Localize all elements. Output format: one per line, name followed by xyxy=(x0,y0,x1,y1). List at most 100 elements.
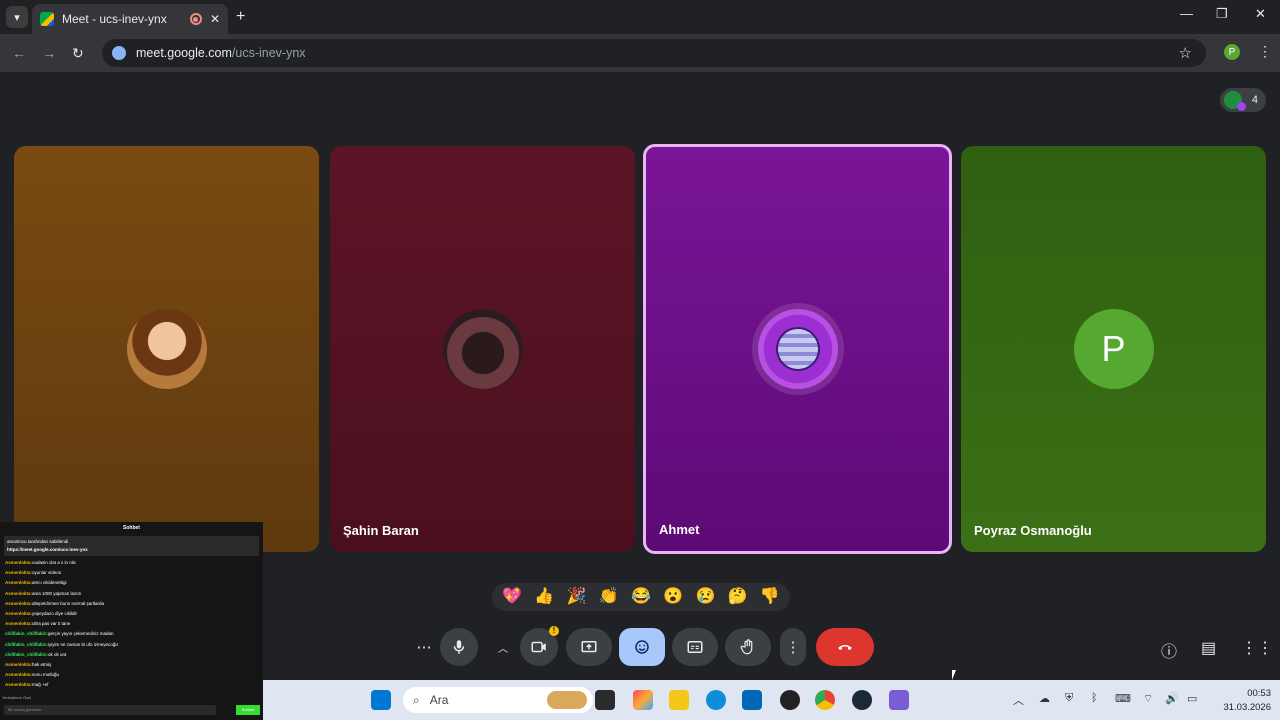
chrome-icon[interactable] xyxy=(815,690,835,710)
participants-button[interactable]: 4 xyxy=(1220,88,1266,112)
chat-message: Asmenlokta:oyunlar videos xyxy=(5,570,62,576)
reaction-emoji-button[interactable]: 😂 xyxy=(631,589,651,605)
reload-button[interactable]: ↻ xyxy=(72,45,84,62)
participant-avatars-icon xyxy=(1224,91,1246,111)
bluetooth-icon[interactable]: ᛒ xyxy=(1091,692,1098,704)
chat-message: Asmenlokta:oodasin clat a s in ntic xyxy=(5,560,77,565)
meeting-info-icon[interactable]: ⓘ xyxy=(1161,638,1177,662)
reaction-emoji-button[interactable]: 😢 xyxy=(695,589,715,605)
browser-menu-icon[interactable]: ⋮ xyxy=(1258,43,1272,60)
hand-icon xyxy=(740,639,753,655)
avatar: P xyxy=(1073,309,1154,389)
avatar xyxy=(126,309,207,389)
raise-hand-button[interactable] xyxy=(725,628,771,666)
tray-overflow-icon[interactable]: ︿ xyxy=(1013,692,1024,708)
captions-button[interactable] xyxy=(672,628,718,666)
file-explorer-icon[interactable] xyxy=(669,690,689,710)
chat-message: chillfakin_chillfakin:gerçin yayın çekem… xyxy=(5,631,114,637)
chat-message: Asmenlokta:ama 1000 yapman lazım xyxy=(5,590,82,596)
avatar xyxy=(442,309,523,389)
restore-button[interactable]: ❐ xyxy=(1216,6,1228,22)
reaction-bar: 💖 👍 🎉 👏 😂 😮 😢 🤔 👎 xyxy=(492,583,790,611)
chat-message: Asmenlokta:altepeldirmen bunn normal şar… xyxy=(5,600,105,606)
participant-tile[interactable]: Şahin Baran xyxy=(330,146,635,552)
reaction-emoji-button[interactable]: 🎉 xyxy=(567,589,587,605)
forward-button[interactable]: → xyxy=(42,45,56,61)
planet-icon xyxy=(777,329,818,369)
store-icon[interactable] xyxy=(742,690,762,710)
chat-message: Asmenlokta:ultra pas var ti tane xyxy=(5,621,71,627)
chat-footer: Yerleştirme Öznl xyxy=(2,695,32,700)
tab-search-button[interactable]: ▾ xyxy=(6,6,28,28)
reactions-button[interactable] xyxy=(619,628,665,666)
new-tab-button[interactable]: + xyxy=(236,8,245,26)
microphone-button[interactable] xyxy=(440,628,478,666)
address-bar[interactable]: meet.google.com/ucs-inev-ynx ☆ xyxy=(102,39,1206,67)
wifi-icon[interactable]: ⌔ xyxy=(1143,692,1153,706)
close-window-button[interactable]: ✕ xyxy=(1255,6,1266,22)
input-indicator-icon[interactable]: ⌨ xyxy=(1115,692,1131,705)
bookmark-star-icon[interactable]: ☆ xyxy=(1179,44,1192,62)
reaction-emoji-button[interactable]: 👎 xyxy=(760,589,780,605)
participant-tile[interactable] xyxy=(14,146,319,552)
copilot-icon[interactable] xyxy=(633,690,653,710)
search-icon: ⌕ xyxy=(413,692,420,707)
battery-icon[interactable]: ▭ xyxy=(1187,692,1197,705)
chat-message: Asmenlokta:amcı cikidenettigi xyxy=(5,580,67,586)
mouse-cursor-icon xyxy=(952,670,960,680)
emoji-icon xyxy=(635,640,649,654)
edge-icon[interactable] xyxy=(706,690,726,710)
reaction-emoji-button[interactable]: 👏 xyxy=(599,589,619,605)
microphone-icon xyxy=(453,640,465,654)
browser-toolbar: ← → ↻ meet.google.com/ucs-inev-ynx ☆ xyxy=(0,34,1280,72)
minimize-button[interactable]: — xyxy=(1180,6,1193,21)
present-screen-button[interactable] xyxy=(566,628,612,666)
participant-tile-active[interactable]: Ahmet xyxy=(643,144,952,554)
reaction-emoji-button[interactable]: 👍 xyxy=(534,589,554,605)
participant-name: Ahmet xyxy=(659,522,700,537)
browser-tab[interactable]: Meet - ucs-inev-ynx ✕ xyxy=(32,4,228,34)
participant-count: 4 xyxy=(1251,94,1258,106)
reaction-emoji-button[interactable]: 💖 xyxy=(502,589,522,605)
search-highlight-icon xyxy=(547,691,587,709)
participant-name: Şahin Baran xyxy=(343,523,419,538)
pinned-message: amanlocu tarafından sabitlendi https://m… xyxy=(4,536,259,556)
back-button[interactable]: ← xyxy=(12,45,26,61)
captions-icon xyxy=(687,641,703,653)
activities-icon[interactable]: ⋮⋮ xyxy=(1241,638,1273,658)
participant-name: Poyraz Osmanoğlu xyxy=(974,523,1092,538)
security-icon[interactable]: ⛨ xyxy=(1065,692,1073,705)
recording-icon xyxy=(189,13,202,25)
taskbar-search[interactable]: ⌕ Ara xyxy=(403,687,593,713)
site-info-icon[interactable] xyxy=(112,46,126,60)
chat-overlay: Sohbet amanlocu tarafından sabitlendi ht… xyxy=(0,522,263,720)
taskbar-clock[interactable]: 00:53 31.03.2026 xyxy=(1215,687,1271,715)
camera-icon xyxy=(531,641,546,653)
more-actions-button[interactable]: ⋮ xyxy=(780,628,806,666)
chat-icon[interactable]: ▤ xyxy=(1201,638,1216,658)
chat-send-button[interactable]: Sohbet xyxy=(236,705,260,715)
volume-icon[interactable]: 🔊 xyxy=(1165,692,1179,705)
more-options-button[interactable]: ⋯ xyxy=(406,628,442,666)
url-text: meet.google.com/ucs-inev-ynx xyxy=(136,46,306,60)
reaction-emoji-button[interactable]: 😮 xyxy=(663,589,683,605)
meet-favicon-icon xyxy=(40,12,54,26)
chat-message: chillfakin_chillfakin:iyiyim ne zaman bi… xyxy=(5,641,119,647)
present-icon xyxy=(581,641,597,653)
leave-call-button[interactable] xyxy=(816,628,874,666)
onedrive-icon[interactable]: ☁ xyxy=(1039,692,1050,705)
close-tab-icon[interactable]: ✕ xyxy=(210,12,220,26)
participant-tile[interactable]: P Poyraz Osmanoğlu xyxy=(961,146,1266,552)
start-icon[interactable] xyxy=(371,690,391,710)
browser-tab-bar: ▾ Meet - ucs-inev-ynx ✕ + — ❐ ✕ xyxy=(0,0,1280,34)
taskbar-search-label: Ara xyxy=(429,693,449,707)
camera-options-button[interactable]: ︿ xyxy=(488,628,518,666)
chat-input[interactable]: Bir mesaj gönderin xyxy=(4,705,216,715)
app-icon[interactable] xyxy=(889,690,909,710)
chat-message: chillfakin_chillfakin:ok ok unt xyxy=(5,651,67,657)
obs-icon[interactable] xyxy=(780,690,800,710)
profile-avatar[interactable]: P xyxy=(1224,44,1240,60)
steam-icon[interactable] xyxy=(852,690,872,710)
reaction-emoji-button[interactable]: 🤔 xyxy=(728,589,748,605)
task-view-icon[interactable] xyxy=(595,690,615,710)
